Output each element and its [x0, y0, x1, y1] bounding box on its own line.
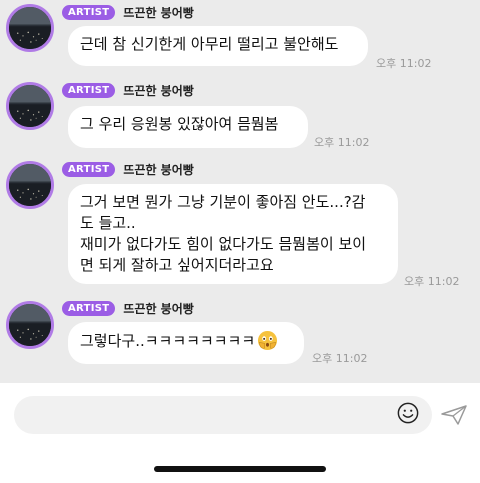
message-line: 재미가 없다가도 힘이 없다가도 믐뭠봄이 보이: [80, 235, 367, 253]
message-bubble[interactable]: 그거 보면 뭔가 그냥 기분이 좋아짐 안도...?감 도 들고.. 재미가 없…: [68, 184, 398, 284]
smiley-icon[interactable]: [397, 402, 419, 424]
message-text: 근데 참 신기한게 아무리 떨리고 불안해도: [80, 35, 339, 53]
message-bubble[interactable]: 그 우리 응원봉 있잖아여 믐뭠봄: [68, 106, 308, 148]
message-input[interactable]: [14, 396, 432, 434]
message-bubble[interactable]: 그렇다구..ㅋㅋㅋㅋㅋㅋㅋㅋ: [68, 322, 304, 364]
flushed-face-hands-icon: [257, 330, 278, 351]
message-bubble[interactable]: 근데 참 신기한게 아무리 떨리고 불안해도: [68, 26, 368, 66]
artist-badge: ARTIST: [62, 161, 116, 177]
message-time: 오후 11:02: [404, 275, 460, 288]
avatar[interactable]: [6, 4, 54, 52]
sender-name: 뜨끈한 붕어빵: [123, 301, 194, 316]
message-text: 그 우리 응원봉 있잖아여 믐뭠봄: [80, 115, 279, 133]
sender-name: 뜨끈한 붕어빵: [123, 5, 194, 20]
message-time: 오후 11:02: [314, 136, 370, 149]
message-time: 오후 11:02: [312, 352, 368, 365]
message-line: 면 되게 잘하고 싶어지더라고요: [80, 256, 274, 274]
chat-area[interactable]: ARTIST 뜨끈한 붕어빵 근데 참 신기한게 아무리 떨리고 불안해도 오후…: [0, 0, 480, 383]
avatar[interactable]: [6, 161, 54, 209]
message-line: 그거 보면 뭔가 그냥 기분이 좋아짐 안도...?감: [80, 193, 366, 211]
avatar[interactable]: [6, 301, 54, 349]
home-indicator: [154, 466, 326, 472]
send-plane-icon[interactable]: [440, 404, 468, 426]
sender-name: 뜨끈한 붕어빵: [123, 83, 194, 98]
message-text: 그렇다구..ㅋㅋㅋㅋㅋㅋㅋㅋ: [80, 332, 256, 350]
artist-badge: ARTIST: [62, 82, 116, 98]
artist-badge: ARTIST: [62, 300, 116, 316]
sender-name: 뜨끈한 붕어빵: [123, 162, 194, 177]
message-time: 오후 11:02: [376, 57, 432, 70]
avatar[interactable]: [6, 82, 54, 130]
artist-badge: ARTIST: [62, 4, 116, 20]
message-line: 도 들고..: [80, 214, 136, 232]
